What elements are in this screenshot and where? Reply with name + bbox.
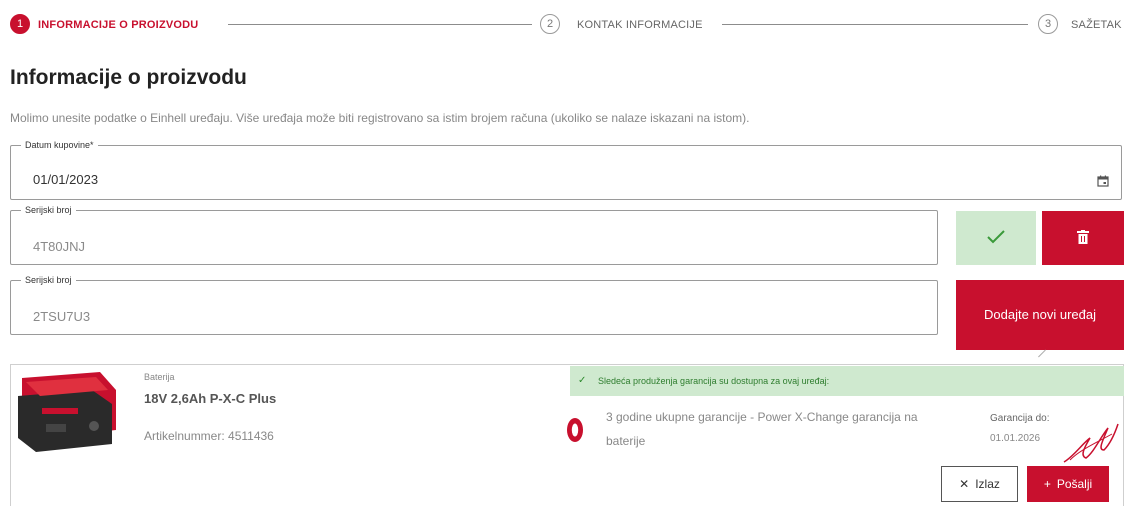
- delete-serial-button[interactable]: [1042, 211, 1124, 265]
- step-connector: [722, 24, 1028, 25]
- progress-stepper: 1 INFORMACIJE O PROIZVODU 2 KONTAK INFOR…: [10, 10, 1124, 38]
- product-category: Baterija: [144, 372, 175, 382]
- confirm-serial-button[interactable]: [956, 211, 1036, 265]
- warranty-logo-icon: [567, 418, 583, 442]
- warranty-notice-text: Sledeća produženja garancija su dostupna…: [598, 376, 830, 386]
- signature-mark: [1063, 423, 1119, 463]
- connector-line: [1038, 349, 1053, 365]
- step-1-number: 1: [10, 14, 30, 34]
- serial-number-label: Serijski broj: [25, 275, 72, 285]
- step-2-number: 2: [540, 14, 560, 34]
- page-title: Informacije o proizvodu: [10, 66, 247, 89]
- exit-button-label: Izlaz: [975, 477, 1000, 491]
- purchase-date-label: Datum kupovine*: [25, 140, 94, 150]
- step-3-label: SAŽETAK: [1071, 19, 1122, 31]
- send-button[interactable]: + Pošalji: [1027, 466, 1109, 502]
- serial-number-label: Serijski broj: [25, 205, 72, 215]
- serial-number-field-2[interactable]: Serijski broj 2TSU7U3: [10, 275, 938, 335]
- add-new-device-button[interactable]: Dodajte novi uređaj: [956, 280, 1124, 350]
- battery-image: [18, 372, 116, 452]
- check-icon: ✓: [578, 375, 587, 386]
- step-1-label: INFORMACIJE O PROIZVODU: [38, 19, 199, 31]
- serial-number-field-1[interactable]: Serijski broj 4T80JNJ: [10, 205, 938, 265]
- warranty-valid-date: 01.01.2026: [990, 433, 1041, 444]
- warranty-offer-text: 3 godine ukupne garancije - Power X-Chan…: [606, 410, 918, 448]
- serial-number-value[interactable]: 2TSU7U3: [33, 309, 90, 324]
- product-name: 18V 2,6Ah P-X-C Plus: [144, 391, 277, 406]
- close-icon: ✕: [959, 477, 970, 491]
- calendar-icon[interactable]: [1097, 175, 1109, 187]
- purchase-date-field[interactable]: Datum kupovine* 01/01/2023: [10, 140, 1122, 200]
- trash-icon: [1077, 229, 1089, 244]
- purchase-date-value[interactable]: 01/01/2023: [33, 172, 98, 187]
- page-subtitle: Molimo unesite podatke o Einhell uređaju…: [10, 111, 750, 125]
- serial-number-value[interactable]: 4T80JNJ: [33, 239, 85, 254]
- step-3-number: 3: [1038, 14, 1058, 34]
- article-number: Artikelnummer: 4511436: [144, 429, 274, 443]
- warranty-valid-label: Garancija do:: [990, 413, 1050, 424]
- exit-button[interactable]: ✕ Izlaz: [941, 466, 1018, 502]
- step-2-label: KONTAK INFORMACIJE: [577, 19, 703, 31]
- step-connector: [228, 24, 532, 25]
- plus-icon: +: [1043, 477, 1051, 491]
- checkmark-icon: [987, 229, 1005, 243]
- send-button-label: Pošalji: [1056, 477, 1093, 491]
